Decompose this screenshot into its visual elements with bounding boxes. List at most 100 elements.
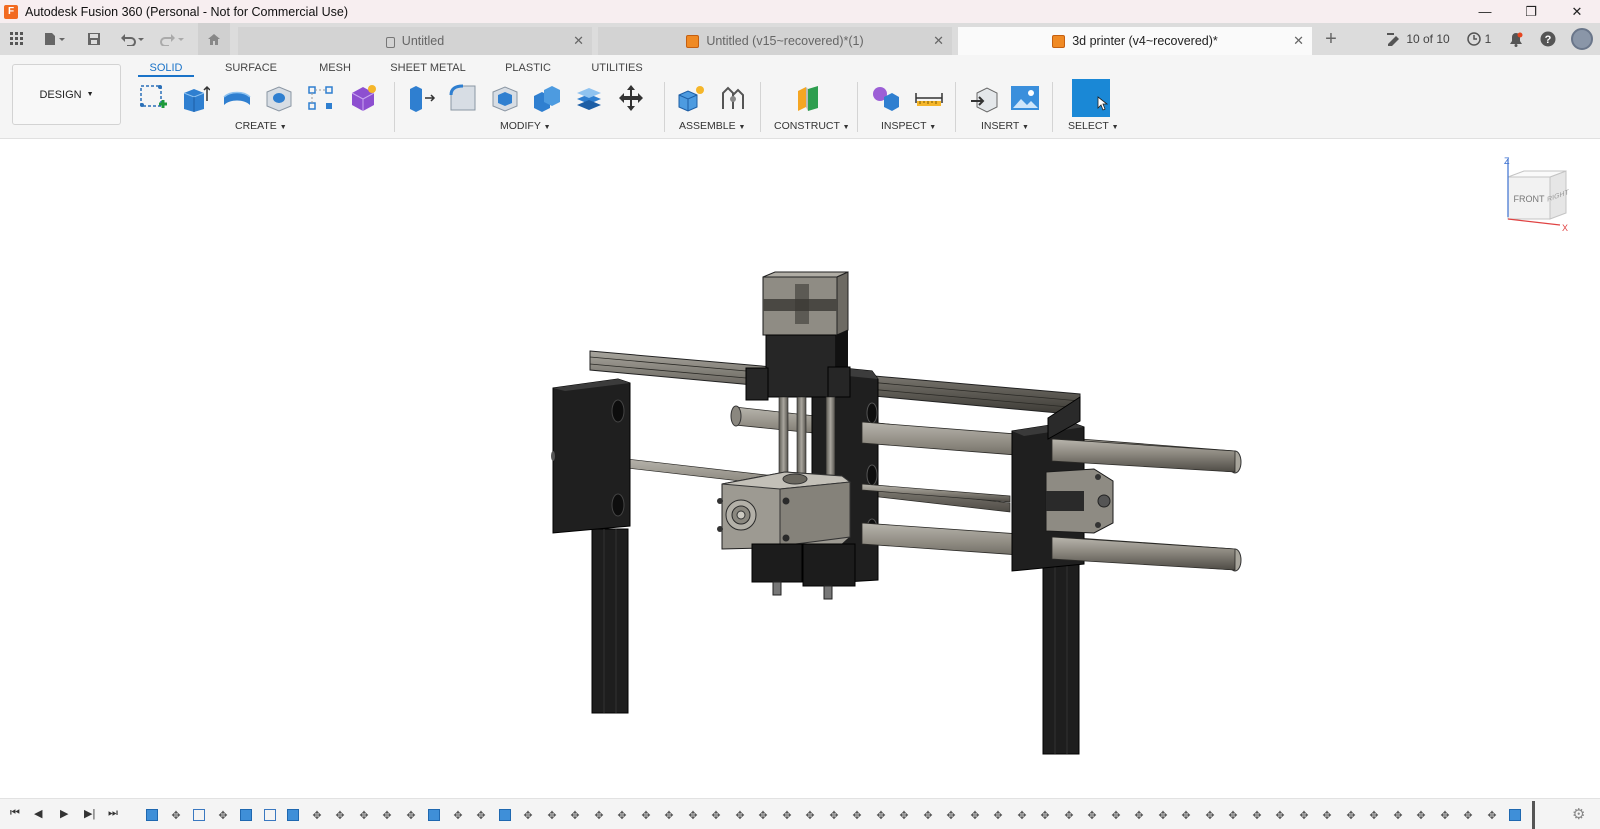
create-menu[interactable]: CREATE ▼	[235, 120, 287, 132]
tab-3d-printer[interactable]: 3d printer (v4~recovered)* ✕	[958, 27, 1312, 55]
timeline-joint-icon[interactable]: ✥	[945, 809, 957, 821]
timeline-joint-icon[interactable]: ✥	[569, 809, 581, 821]
timeline-prev-button[interactable]: ◀	[34, 807, 42, 820]
form-icon[interactable]	[346, 81, 380, 115]
timeline-joint-icon[interactable]: ✥	[1415, 809, 1427, 821]
history-button[interactable]: 1	[1458, 32, 1500, 46]
construct-plane-icon[interactable]	[792, 81, 826, 115]
select-menu[interactable]: SELECT ▼	[1068, 120, 1119, 132]
new-component-icon[interactable]	[674, 81, 708, 115]
file-menu-icon[interactable]	[38, 23, 70, 55]
tab-close-icon[interactable]: ✕	[933, 33, 944, 49]
redo-icon[interactable]	[155, 23, 189, 55]
timeline-joint-icon[interactable]: ✥	[546, 809, 558, 821]
timeline-body-icon[interactable]	[240, 809, 252, 821]
timeline-joint-icon[interactable]: ✥	[1345, 809, 1357, 821]
timeline-joint-icon[interactable]: ✥	[1439, 809, 1451, 821]
notifications-bell-icon[interactable]	[1500, 32, 1532, 47]
minimize-button[interactable]: —	[1462, 0, 1508, 23]
shell-icon[interactable]	[488, 81, 522, 115]
save-icon[interactable]	[83, 23, 105, 55]
move-copy-icon[interactable]	[614, 81, 648, 115]
tab-sheet-metal[interactable]: SHEET METAL	[388, 58, 468, 78]
timeline-joint-icon[interactable]: ✥	[663, 809, 675, 821]
timeline-joint-icon[interactable]: ✥	[334, 809, 346, 821]
workspace-switcher[interactable]: DESIGN ▼	[12, 64, 121, 125]
insert-derive-icon[interactable]	[967, 81, 1001, 115]
close-button[interactable]: ✕	[1554, 0, 1600, 23]
timeline-first-button[interactable]: ⏮	[10, 807, 20, 820]
timeline-body-icon[interactable]	[499, 809, 511, 821]
inspect-menu[interactable]: INSPECT ▼	[881, 120, 936, 132]
timeline-joint-icon[interactable]: ✥	[1157, 809, 1169, 821]
timeline-joint-icon[interactable]: ✥	[405, 809, 417, 821]
timeline-joint-icon[interactable]: ✥	[217, 809, 229, 821]
timeline-joint-icon[interactable]: ✥	[875, 809, 887, 821]
timeline-joint-icon[interactable]: ✥	[1086, 809, 1098, 821]
timeline-joint-icon[interactable]: ✥	[1368, 809, 1380, 821]
timeline-joint-icon[interactable]: ✥	[1251, 809, 1263, 821]
timeline-joint-icon[interactable]: ✥	[170, 809, 182, 821]
timeline-joint-icon[interactable]: ✥	[1039, 809, 1051, 821]
timeline-joint-icon[interactable]: ✥	[992, 809, 1004, 821]
assemble-menu[interactable]: ASSEMBLE ▼	[679, 120, 745, 132]
timeline-joint-icon[interactable]: ✥	[757, 809, 769, 821]
timeline-body-icon[interactable]	[428, 809, 440, 821]
timeline-joint-icon[interactable]: ✥	[1274, 809, 1286, 821]
tab-surface[interactable]: SURFACE	[222, 58, 280, 78]
measure-icon[interactable]	[912, 81, 946, 115]
timeline-play-button[interactable]: ▶	[60, 807, 68, 820]
timeline-joint-icon[interactable]: ✥	[1227, 809, 1239, 821]
extrude-icon[interactable]	[178, 81, 212, 115]
hole-icon[interactable]	[262, 81, 296, 115]
timeline-joint-icon[interactable]: ✥	[734, 809, 746, 821]
timeline-joint-icon[interactable]: ✥	[616, 809, 628, 821]
timeline-joint-icon[interactable]: ✥	[1462, 809, 1474, 821]
gear-icon[interactable]: ⚙	[1572, 805, 1585, 823]
timeline-joint-icon[interactable]: ✥	[522, 809, 534, 821]
timeline-joint-icon[interactable]: ✥	[781, 809, 793, 821]
3d-printer-model[interactable]	[0, 139, 1600, 798]
timeline-joint-icon[interactable]: ✥	[593, 809, 605, 821]
timeline-sketch-icon[interactable]	[193, 809, 205, 821]
home-icon[interactable]	[198, 23, 230, 55]
joint-icon[interactable]	[716, 81, 750, 115]
timeline-joint-icon[interactable]: ✥	[1110, 809, 1122, 821]
undo-icon[interactable]	[115, 23, 149, 55]
viewcube[interactable]: FRONT RIGHT Z X	[1500, 155, 1580, 235]
timeline-body-icon[interactable]	[1509, 809, 1521, 821]
timeline-joint-icon[interactable]: ✥	[898, 809, 910, 821]
job-status-button[interactable]: 10 of 10	[1378, 32, 1458, 46]
insert-canvas-icon[interactable]	[1008, 81, 1042, 115]
interference-icon[interactable]	[868, 81, 902, 115]
timeline-joint-icon[interactable]: ✥	[640, 809, 652, 821]
tab-utilities[interactable]: UTILITIES	[590, 58, 644, 78]
create-sketch-icon[interactable]	[136, 81, 170, 115]
modify-menu[interactable]: MODIFY ▼	[500, 120, 551, 132]
combine-icon[interactable]	[530, 81, 564, 115]
timeline-joint-icon[interactable]: ✥	[311, 809, 323, 821]
timeline-joint-icon[interactable]: ✥	[1133, 809, 1145, 821]
canvas-viewport[interactable]: FRONT RIGHT Z X	[0, 139, 1600, 798]
timeline-joint-icon[interactable]: ✥	[969, 809, 981, 821]
timeline-joint-icon[interactable]: ✥	[1486, 809, 1498, 821]
restore-button[interactable]: ❐	[1508, 0, 1554, 23]
select-icon[interactable]	[1072, 79, 1110, 117]
timeline-joint-icon[interactable]: ✥	[710, 809, 722, 821]
press-pull-icon[interactable]	[404, 81, 438, 115]
timeline-joint-icon[interactable]: ✥	[687, 809, 699, 821]
timeline-joint-icon[interactable]: ✥	[828, 809, 840, 821]
app-grid-icon[interactable]	[4, 23, 30, 55]
timeline-joint-icon[interactable]: ✥	[1392, 809, 1404, 821]
timeline-joint-icon[interactable]: ✥	[358, 809, 370, 821]
tab-untitled-v15[interactable]: Untitled (v15~recovered)*(1) ✕	[598, 27, 952, 55]
revolve-icon[interactable]	[220, 81, 254, 115]
construct-menu[interactable]: CONSTRUCT ▼	[774, 120, 850, 132]
insert-menu[interactable]: INSERT ▼	[981, 120, 1029, 132]
help-icon[interactable]: ?	[1532, 31, 1564, 47]
tab-mesh[interactable]: MESH	[314, 58, 356, 78]
timeline-joint-icon[interactable]: ✥	[1204, 809, 1216, 821]
timeline-joint-icon[interactable]: ✥	[381, 809, 393, 821]
timeline-marker[interactable]	[1532, 801, 1535, 829]
tab-close-icon[interactable]: ✕	[1293, 33, 1304, 49]
